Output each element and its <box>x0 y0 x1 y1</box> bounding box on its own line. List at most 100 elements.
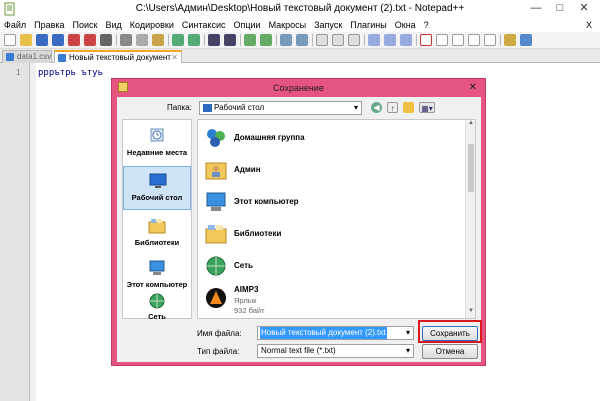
desktop-icon <box>149 173 167 188</box>
paste-icon[interactable] <box>152 34 164 46</box>
find-icon[interactable] <box>208 34 220 46</box>
menu-file[interactable]: Файл <box>0 20 30 30</box>
menu-edit[interactable]: Правка <box>30 20 68 30</box>
place-recent[interactable]: Недавние места <box>123 122 191 166</box>
menu-plugins[interactable]: Плагины <box>346 20 390 30</box>
zoom-out-icon[interactable] <box>260 34 272 46</box>
list-item[interactable]: AIMP3 Ярлык 932 байт <box>202 284 462 318</box>
place-label: Недавние места <box>126 148 188 157</box>
menu-run[interactable]: Запуск <box>310 20 346 30</box>
back-icon[interactable]: ◀ <box>371 102 382 113</box>
computer-icon <box>149 260 165 275</box>
folder-dropdown[interactable]: Рабочий стол ▾ <box>199 101 362 115</box>
filetype-value: Normal text file (*.txt) <box>261 346 336 355</box>
list-item[interactable]: Сеть <box>202 252 462 282</box>
cut-icon[interactable] <box>120 34 132 46</box>
print-icon[interactable] <box>100 34 112 46</box>
place-libraries[interactable]: Библиотеки <box>123 212 191 256</box>
scroll-up-icon[interactable]: ▲ <box>466 120 475 130</box>
tab-new-document[interactable]: Новый текстовый документ (2).txt ✕ <box>54 50 182 74</box>
menu-macros[interactable]: Макросы <box>265 20 311 30</box>
open-file-icon[interactable] <box>20 34 32 46</box>
file-label: Библиотеки <box>234 229 282 238</box>
save-button-highlight <box>418 320 482 343</box>
filename-value[interactable]: Новый текстовый документ (2).txt <box>260 327 387 339</box>
zoom-in-icon[interactable] <box>244 34 256 46</box>
place-network[interactable]: Сеть <box>123 293 191 321</box>
filetype-label: Тип файла: <box>197 347 240 356</box>
record-macro-icon[interactable] <box>420 34 432 46</box>
copy-icon[interactable] <box>136 34 148 46</box>
file-list: Домашняя группа Админ Этот компьютер Биб… <box>197 119 476 319</box>
doc-map-icon[interactable] <box>368 34 380 46</box>
cancel-button[interactable]: Отмена <box>422 344 478 359</box>
filename-label: Имя файла: <box>197 329 242 338</box>
file-type: Ярлык <box>234 296 257 305</box>
dialog-title-bar: Сохранение ✕ <box>112 79 485 97</box>
network-icon <box>206 256 226 276</box>
new-file-icon[interactable] <box>4 34 16 46</box>
folder-workspace-icon[interactable] <box>400 34 412 46</box>
place-desktop[interactable]: Рабочий стол <box>123 166 191 210</box>
place-label: Сеть <box>148 312 166 321</box>
up-folder-icon[interactable]: ↑ <box>387 102 398 113</box>
replace-icon[interactable] <box>224 34 236 46</box>
menu-help[interactable]: ? <box>420 20 433 30</box>
undo-icon[interactable] <box>172 34 184 46</box>
view-menu-icon[interactable]: ▦▾ <box>419 102 435 113</box>
function-list-icon[interactable] <box>384 34 396 46</box>
word-wrap-icon[interactable] <box>316 34 328 46</box>
menu-syntax[interactable]: Синтаксис <box>178 20 230 30</box>
editor-text[interactable]: рррътрь ътуь <box>38 68 103 78</box>
recent-places-icon <box>150 128 164 142</box>
list-item[interactable]: Админ <box>202 156 462 186</box>
menu-windows[interactable]: Окна <box>391 20 420 30</box>
toolbar-separator <box>204 34 205 46</box>
indent-guide-icon[interactable] <box>348 34 360 46</box>
file-icon <box>6 53 14 61</box>
plugin-icon[interactable] <box>520 34 532 46</box>
toolbar-separator <box>276 34 277 46</box>
redo-icon[interactable] <box>188 34 200 46</box>
save-all-icon[interactable] <box>52 34 64 46</box>
chevron-down-icon[interactable]: ▾ <box>406 327 410 339</box>
list-item[interactable]: Библиотеки <box>202 220 462 250</box>
scroll-thumb[interactable] <box>468 144 474 192</box>
play-macro-icon[interactable] <box>452 34 464 46</box>
run-macro-multiple-icon[interactable] <box>468 34 480 46</box>
save-macro-icon[interactable] <box>484 34 496 46</box>
menu-search[interactable]: Поиск <box>69 20 102 30</box>
file-label: Админ <box>234 165 261 174</box>
show-all-chars-icon[interactable] <box>332 34 344 46</box>
filename-input[interactable]: Новый текстовый документ (2).txt ▾ <box>257 326 414 340</box>
tab-data1[interactable]: data1.csv <box>2 50 52 63</box>
chevron-down-icon: ▾ <box>353 103 358 112</box>
window-title: C:\Users\Админ\Desktop\Новый текстовый д… <box>135 3 465 14</box>
sync-horizontal-icon[interactable] <box>296 34 308 46</box>
menu-encoding[interactable]: Кодировки <box>126 20 178 30</box>
list-item[interactable]: Этот компьютер <box>202 188 462 218</box>
computer-icon <box>206 192 226 211</box>
menu-options[interactable]: Опции <box>229 20 264 30</box>
stop-macro-icon[interactable] <box>436 34 448 46</box>
save-icon[interactable] <box>36 34 48 46</box>
desktop-icon <box>203 104 212 112</box>
line-number-gutter: 1 <box>0 63 30 401</box>
scroll-down-icon[interactable]: ▼ <box>466 308 475 318</box>
dialog-close-button[interactable]: ✕ <box>469 82 477 93</box>
file-list-scrollbar[interactable]: ▲ ▼ <box>465 120 475 318</box>
close-window-button[interactable]: ✕ <box>572 0 596 16</box>
new-folder-icon[interactable] <box>403 102 414 113</box>
maximize-button[interactable]: □ <box>548 0 572 16</box>
list-item[interactable]: Домашняя группа <box>202 124 462 154</box>
sync-vertical-icon[interactable] <box>280 34 292 46</box>
spellcheck-icon[interactable] <box>504 34 516 46</box>
close-document-button[interactable]: X <box>582 20 600 30</box>
filetype-dropdown[interactable]: Normal text file (*.txt) ▾ <box>257 344 414 358</box>
minimize-button[interactable]: — <box>524 0 548 16</box>
close-all-icon[interactable] <box>84 34 96 46</box>
menu-view[interactable]: Вид <box>102 20 126 30</box>
aimp-icon <box>206 288 226 308</box>
places-bar: Недавние места Рабочий стол Библиотеки Э… <box>122 119 192 321</box>
close-file-icon[interactable] <box>68 34 80 46</box>
